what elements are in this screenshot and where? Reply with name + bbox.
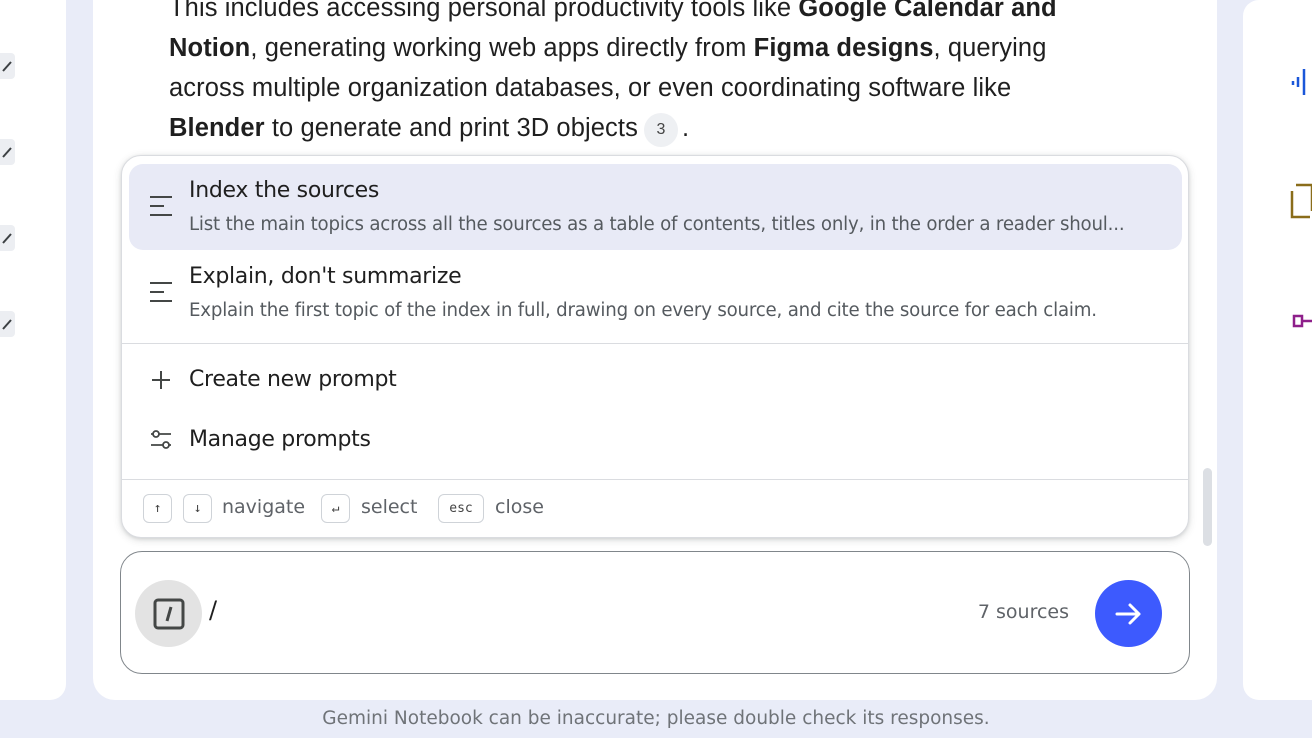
- edit-icon[interactable]: [0, 311, 15, 337]
- mind-map-icon[interactable]: [1290, 305, 1312, 339]
- slash-command-button[interactable]: [135, 580, 202, 647]
- enter-key: ↵: [321, 494, 350, 523]
- edit-icon[interactable]: [0, 53, 15, 79]
- keyboard-hints: ↑ ↓ navigate ↵ select esc close: [122, 480, 1188, 537]
- prompt-menu: Index the sources List the main topics a…: [121, 155, 1189, 538]
- edit-icon[interactable]: [0, 139, 15, 165]
- send-button[interactable]: [1095, 580, 1162, 647]
- up-arrow-key: ↑: [143, 494, 172, 523]
- copy-report-icon[interactable]: [1290, 183, 1312, 219]
- create-prompt-label: Create new prompt: [189, 367, 397, 392]
- disclaimer-text: Gemini Notebook can be inaccurate; pleas…: [322, 708, 990, 729]
- chat-input-value[interactable]: /: [209, 596, 217, 624]
- esc-key: esc: [438, 494, 484, 523]
- lines-icon: [150, 282, 172, 302]
- arrow-right-icon: [1115, 603, 1140, 624]
- chat-input[interactable]: / 7 sources: [120, 551, 1190, 674]
- prompt-description: Explain the first topic of the index in …: [189, 300, 1097, 321]
- audio-overview-icon[interactable]: [1290, 65, 1312, 99]
- manage-prompts-button[interactable]: Manage prompts: [122, 413, 1188, 469]
- prompt-item-explain[interactable]: Explain, don't summarize Explain the fir…: [129, 250, 1182, 336]
- answer-text: This includes accessing personal product…: [169, 0, 1119, 148]
- manage-prompts-label: Manage prompts: [189, 427, 371, 452]
- select-hint: select: [361, 496, 418, 518]
- studio-panel: [1243, 0, 1312, 700]
- down-arrow-key: ↓: [183, 494, 212, 523]
- navigate-hint: navigate: [222, 496, 306, 518]
- menu-divider: [122, 343, 1188, 344]
- sources-panel: [0, 0, 66, 700]
- prompt-item-index-sources[interactable]: Index the sources List the main topics a…: [129, 164, 1182, 250]
- source-count: 7 sources: [977, 601, 1069, 623]
- edit-icon[interactable]: [0, 225, 15, 251]
- sliders-icon: [151, 430, 171, 449]
- scrollbar-thumb[interactable]: [1203, 468, 1212, 546]
- prompt-title: Explain, don't summarize: [189, 264, 462, 289]
- close-hint: close: [495, 496, 544, 518]
- slash-command-icon: [153, 598, 184, 629]
- citation-chip[interactable]: 3: [643, 113, 678, 147]
- prompt-description: List the main topics across all the sour…: [189, 214, 1125, 235]
- lines-icon: [150, 196, 172, 216]
- create-new-prompt-button[interactable]: Create new prompt: [122, 353, 1188, 409]
- plus-icon: [152, 371, 170, 389]
- prompt-title: Index the sources: [189, 178, 380, 203]
